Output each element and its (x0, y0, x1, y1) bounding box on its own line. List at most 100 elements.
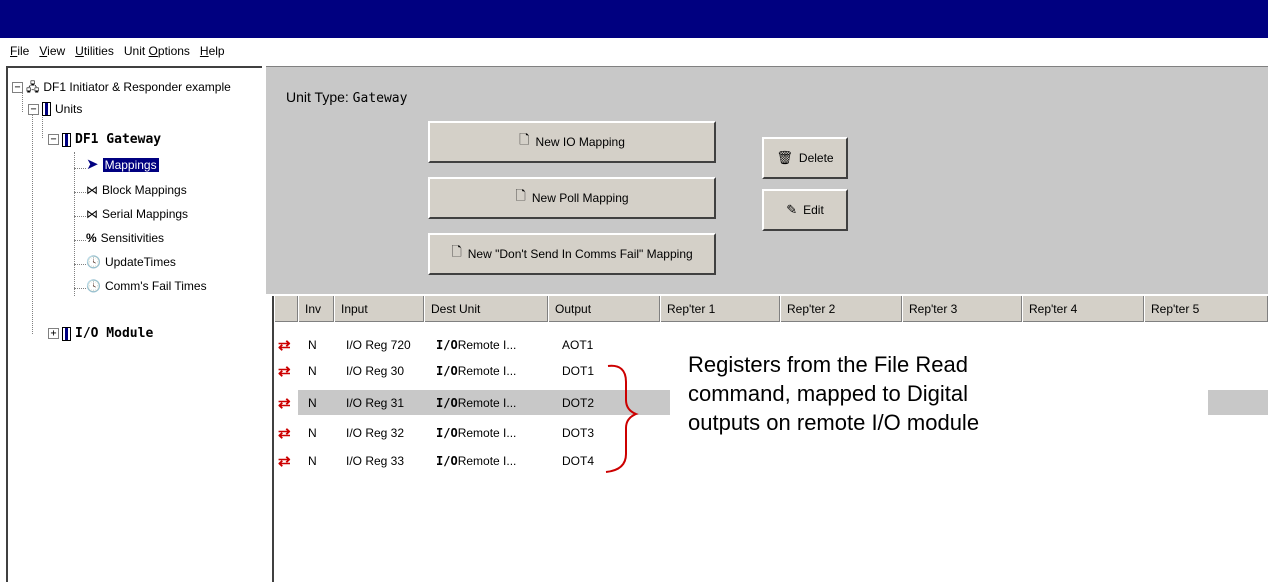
edit-icon: ✎ (786, 202, 798, 217)
tree-node-units[interactable]: − Units (28, 102, 82, 116)
trash-icon: 🗑 (776, 150, 793, 165)
new-poll-mapping-label: New Poll Mapping (531, 191, 629, 205)
header-input-label: Input (341, 302, 368, 316)
cell-output: DOT2 (562, 395, 595, 410)
header-repeater-5-label: Rep'ter 5 (1151, 302, 1200, 316)
tree-connector (22, 92, 23, 112)
mapping-arrows-icon: ⇄ (278, 424, 291, 442)
cell-dest-unit-name: Remote I... (457, 395, 517, 410)
tree-node-gateway-label: DF1 Gateway (75, 132, 162, 147)
unit-type-label: Unit Type: (286, 89, 349, 105)
tree-node-units-label: Units (55, 102, 83, 116)
new-io-mapping-label: New IO Mapping (535, 135, 625, 149)
cell-dest-unit-type: I/O (436, 337, 458, 352)
unit-type-value: Gateway (352, 91, 408, 106)
tree-node-root[interactable]: − 🖧 DF1 Initiator & Responder example (12, 80, 231, 94)
tree-connector (32, 114, 33, 334)
tree-connector (74, 216, 86, 217)
unit-icon (42, 102, 51, 116)
new-poll-mapping-button[interactable]: 🗋 New Poll Mapping (428, 177, 716, 219)
title-bar (0, 0, 1268, 38)
clock-icon: 🕓 (86, 279, 101, 293)
collapse-icon[interactable]: − (12, 81, 23, 93)
mappings-grid[interactable]: Inv Input Dest Unit Output Rep'ter 1 Rep… (272, 296, 1268, 582)
cell-dest-unit-type: I/O (436, 425, 458, 440)
tree-item-comms-fail-times[interactable]: 🕓 Comm's Fail Times (86, 279, 207, 293)
grid-header: Inv Input Dest Unit Output Rep'ter 1 Rep… (274, 296, 1268, 322)
tree-item-update-times[interactable]: 🕓 UpdateTimes (86, 255, 176, 269)
menu-unit-options[interactable]: Unit Options (124, 44, 190, 58)
header-repeater-3[interactable]: Rep'ter 3 (902, 296, 1022, 322)
tree-connector (42, 114, 43, 138)
menu-utilities-accel: U (75, 44, 84, 58)
delete-button[interactable]: 🗑 Delete (762, 137, 848, 179)
collapse-icon[interactable]: − (48, 134, 59, 145)
annotation-line: outputs on remote I/O module (688, 410, 980, 435)
header-output[interactable]: Output (548, 296, 660, 322)
annotation-line: command, mapped to Digital (688, 381, 969, 406)
delete-label: Delete (798, 151, 834, 165)
menu-utilities[interactable]: Utilities (75, 44, 114, 58)
tree-item-mappings-label: Mappings (102, 158, 159, 172)
header-repeater-2[interactable]: Rep'ter 2 (780, 296, 902, 322)
cell-dest-unit: I/O Remote I... (436, 390, 516, 415)
unit-icon (62, 132, 71, 147)
tree-connector (74, 240, 86, 241)
new-io-mapping-button[interactable]: 🗋 New IO Mapping (428, 121, 716, 163)
header-repeater-2-label: Rep'ter 2 (787, 302, 836, 316)
menu-view[interactable]: View (39, 44, 65, 58)
tree-connector (74, 192, 86, 193)
cell-dest-unit: I/O Remote I... (436, 358, 516, 383)
cell-inv: N (308, 337, 317, 352)
cell-input: I/O Reg 31 (346, 395, 405, 410)
cell-dest-unit-name: Remote I... (457, 337, 517, 352)
unit-type: Unit Type: Gateway (286, 89, 407, 106)
cell-output: DOT3 (562, 425, 595, 440)
header-dest-unit-label: Dest Unit (431, 302, 481, 316)
cell-output: DOT1 (562, 363, 595, 378)
tree-item-serial-mappings[interactable]: ⋈ Serial Mappings (86, 207, 188, 221)
cell-dest-unit: I/O Remote I... (436, 448, 516, 473)
tree-node-io-module-label: I/O Module (75, 326, 154, 341)
edit-label: Edit (803, 203, 824, 217)
arrow-icon: ➤ (86, 156, 99, 173)
cell-dest-unit-type: I/O (436, 363, 458, 378)
tree-item-sensitivities[interactable]: % Sensitivities (86, 231, 164, 245)
tree-item-block-mappings[interactable]: ⋈ Block Mappings (86, 183, 187, 197)
tree-node-gateway[interactable]: − DF1 Gateway (48, 132, 161, 147)
header-output-label: Output (555, 302, 592, 316)
header-dest-unit[interactable]: Dest Unit (424, 296, 548, 322)
table-row[interactable]: ⇄ N I/O Reg 33 I/O Remote I... DOT4 (274, 448, 1268, 473)
header-input[interactable]: Input (334, 296, 424, 322)
header-repeater-5[interactable]: Rep'ter 5 (1144, 296, 1268, 322)
cell-input: I/O Reg 32 (346, 425, 405, 440)
collapse-icon[interactable]: − (28, 103, 39, 115)
cell-inv: N (308, 395, 317, 410)
cell-dest-unit-name: Remote I... (457, 363, 517, 378)
tree-view[interactable]: − 🖧 DF1 Initiator & Responder example − … (6, 66, 262, 582)
cell-input: I/O Reg 30 (346, 363, 405, 378)
tree-node-io-module[interactable]: + I/O Module (48, 326, 153, 341)
tree-item-mappings[interactable]: ➤ Mappings (86, 156, 159, 173)
expand-icon[interactable]: + (48, 328, 59, 339)
percent-icon: % (86, 231, 97, 245)
cell-dest-unit-name: Remote I... (457, 425, 517, 440)
menu-help[interactable]: Help (200, 44, 225, 58)
bowtie-icon: ⋈ (86, 207, 98, 221)
menu-file[interactable]: File (10, 44, 29, 58)
brace-annotation (605, 364, 639, 473)
header-inv[interactable]: Inv (298, 296, 334, 322)
new-dont-send-mapping-button[interactable]: 🗋 New "Don't Send In Comms Fail" Mapping (428, 233, 716, 275)
tree-item-comms-fail-times-label: Comm's Fail Times (104, 279, 207, 293)
unit-icon (62, 326, 71, 341)
cell-inv: N (308, 363, 317, 378)
menu-unit-options-label: ptions (157, 44, 190, 58)
cell-inv: N (308, 425, 317, 440)
document-icon: 🗋 (519, 132, 530, 147)
header-repeater-4[interactable]: Rep'ter 4 (1022, 296, 1144, 322)
header-repeater-4-label: Rep'ter 4 (1029, 302, 1078, 316)
menu-help-label: elp (208, 44, 225, 58)
edit-button[interactable]: ✎ Edit (762, 189, 848, 231)
header-repeater-1[interactable]: Rep'ter 1 (660, 296, 780, 322)
mapping-arrows-icon: ⇄ (278, 394, 291, 412)
